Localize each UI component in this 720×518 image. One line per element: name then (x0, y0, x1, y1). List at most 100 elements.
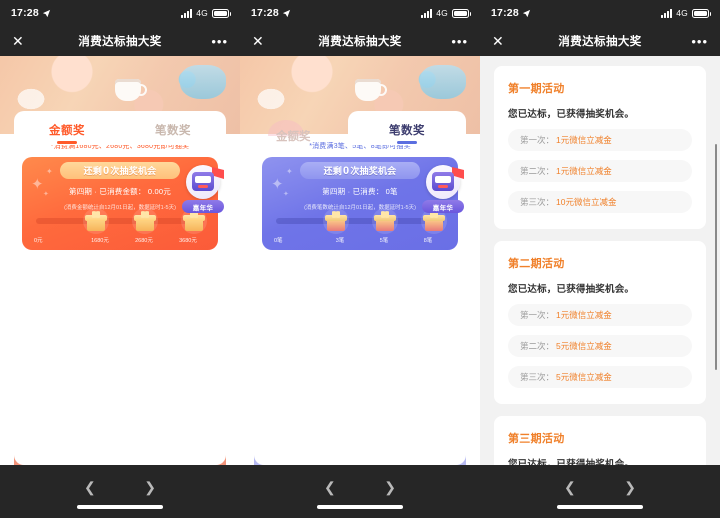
more-options-icon[interactable]: ••• (691, 35, 708, 48)
signal-bars-icon (421, 8, 433, 18)
tick-label: 0元 (34, 238, 43, 244)
status-bar: 17:28 4G (0, 0, 240, 26)
tab-amount-prize[interactable]: 金额奖 (276, 128, 311, 144)
location-arrow-icon (42, 9, 50, 17)
signal-bars-icon (661, 8, 673, 18)
phone-panel-3: 17:28 4G ✕ 消费达标抽大奖 ••• 第一期活动 您已达标，已获得抽奖机… (480, 0, 720, 518)
remaining-count: 0 (103, 164, 110, 177)
tab-amount-prize[interactable]: 金额奖 (14, 117, 120, 145)
tab-card: 金额奖 笔数奖 (14, 111, 226, 145)
close-icon[interactable]: ✕ (252, 34, 264, 48)
activity-title: 第三期活动 (508, 433, 565, 445)
draw-index-label: 第三次： (520, 372, 555, 382)
tick-label: 2680元 (135, 238, 153, 244)
tick-label: 1680元 (91, 238, 109, 244)
draw-index-label: 第二次： (520, 341, 555, 351)
network-type: 4G (436, 8, 448, 18)
activity-desc: 您已达标，已获得抽奖机会。 (508, 109, 635, 120)
tick-label: 8笔 (423, 238, 433, 244)
status-time: 17:28 (11, 7, 39, 19)
screenshot-stage: 17:28 4G ✕ 消费达标抽大奖 ••• 金额奖 笔数奖 *消费满1680元… (0, 0, 720, 518)
tab-label: 笔数奖 (389, 125, 425, 137)
chevron-left-icon[interactable]: ❮ (564, 479, 576, 496)
tab-card: 笔数奖 (348, 111, 466, 145)
carnival-badge[interactable]: 嘉年华 (182, 165, 224, 215)
close-icon[interactable]: ✕ (12, 34, 24, 48)
battery-icon (692, 8, 711, 18)
more-options-icon[interactable]: ••• (451, 35, 468, 48)
progress-card: ✦ ✦ ✦ 还剩 0 次抽奖机会 第四期 · 已消费： 0笔 (消费笔数统计自12月… (262, 157, 464, 250)
progress-ticks: 0元 1680元 2680元 3680元 (30, 236, 210, 244)
draw-index-label: 第三次： (520, 197, 555, 207)
phone-panel-1: 17:28 4G ✕ 消费达标抽大奖 ••• 金额奖 笔数奖 *消费满1680元… (0, 0, 240, 518)
cup-decoration (355, 79, 388, 102)
tab-count-prize[interactable]: 笔数奖 (120, 117, 226, 145)
chevron-right-icon[interactable]: ❯ (624, 479, 636, 496)
progress-ticks: 0笔 3笔 5笔 8笔 (270, 236, 450, 244)
gift-milestone-icon (372, 208, 399, 234)
carnival-label: 嘉年华 (422, 200, 464, 213)
status-bar: 17:28 4G (240, 0, 480, 26)
page-title: 消费达标抽大奖 (558, 36, 642, 48)
tab-label: 笔数奖 (155, 125, 191, 137)
gift-milestone-icon (132, 208, 159, 234)
panel-3-body: 第一期活动 您已达标，已获得抽奖机会。 第一次： 1元微信立减金 第二次： 1元微信… (480, 56, 720, 465)
network-type: 4G (196, 8, 208, 18)
list-item: 第一次： 1元微信立减金 (508, 129, 692, 151)
signal-bars-icon (181, 8, 193, 18)
progress-track (36, 218, 204, 224)
robot-mascot-icon (432, 172, 454, 191)
home-indicator[interactable] (77, 505, 163, 509)
close-icon[interactable]: ✕ (492, 34, 504, 48)
home-indicator[interactable] (557, 505, 643, 509)
chevron-left-icon[interactable]: ❮ (324, 479, 336, 496)
chevron-right-icon[interactable]: ❯ (144, 479, 156, 496)
activity-title: 第二期活动 (508, 258, 565, 270)
draw-index-label: 第二次： (520, 166, 555, 176)
status-bar-left: 17:28 (11, 7, 51, 19)
more-options-icon[interactable]: ••• (211, 35, 228, 48)
home-indicator[interactable] (317, 505, 403, 509)
chevron-right-icon[interactable]: ❯ (384, 479, 396, 496)
remaining-suffix: 次抽奖机会 (110, 166, 157, 176)
gift-milestone-icon (323, 208, 350, 234)
tab-bar: 笔数奖 (348, 117, 466, 145)
list-item: 第三次： 10元微信立减金 (508, 191, 692, 213)
status-bar-left: 17:28 (491, 7, 531, 19)
tab-bar: 金额奖 笔数奖 (14, 117, 226, 145)
page-title: 消费达标抽大奖 (318, 36, 402, 48)
draw-reward-value: 5元微信立减金 (556, 341, 612, 351)
remaining-draws-pill: 还剩 0 次抽奖机会 (60, 162, 180, 179)
sparkle-icon: ✦ (43, 191, 49, 198)
chevron-left-icon[interactable]: ❮ (84, 479, 96, 496)
progress-card: ✦ ✦ ✦ 还剩 0 次抽奖机会 第四期 · 已消费金额： 0.00元 (消费金额统… (22, 157, 224, 250)
tab-count-prize[interactable]: 笔数奖 (348, 117, 466, 145)
remaining-prefix: 还剩 (323, 166, 343, 176)
status-bar: 17:28 4G (480, 0, 720, 26)
nav-bar: ✕ 消费达标抽大奖 ••• (480, 26, 720, 56)
location-arrow-icon (522, 9, 530, 17)
tab-label: 金额奖 (276, 131, 311, 143)
tick-label: 3笔 (335, 238, 345, 244)
status-time: 17:28 (491, 7, 519, 19)
remaining-suffix: 次抽奖机会 (350, 166, 397, 176)
status-bar-right: 4G (661, 8, 711, 18)
battery-icon (452, 8, 471, 18)
remaining-count: 0 (343, 164, 350, 177)
tab-underline (57, 141, 77, 144)
cup-decoration (115, 79, 148, 102)
carnival-badge[interactable]: 嘉年华 (422, 165, 464, 215)
vertical-scrollbar[interactable] (714, 144, 717, 370)
tab-underline (397, 141, 417, 144)
list-item: 第二次： 5元微信立减金 (508, 335, 692, 357)
tick-label: 5笔 (379, 238, 389, 244)
activity-title: 第一期活动 (508, 83, 565, 95)
bottom-nav-bar: ❮ ❯ (480, 465, 720, 518)
sparkle-icon: ✦ (283, 191, 289, 198)
draw-reward-value: 1元微信立减金 (556, 310, 612, 320)
content-sheet: *消费满3笔、5笔、8笔即可抽奖 ✦ ✦ ✦ 还剩 0 次抽奖机会 第四期 · 已消… (254, 136, 466, 465)
content-sheet: *消费满1680元、2680元、3680元即可抽奖 ✦ ✦ ✦ 还剩 0 次抽奖机会… (14, 136, 226, 465)
status-time: 17:28 (251, 7, 279, 19)
activity-card: 第三期活动 您已达标，已获得抽奖机会。 (494, 416, 706, 465)
remaining-prefix: 还剩 (83, 166, 103, 176)
